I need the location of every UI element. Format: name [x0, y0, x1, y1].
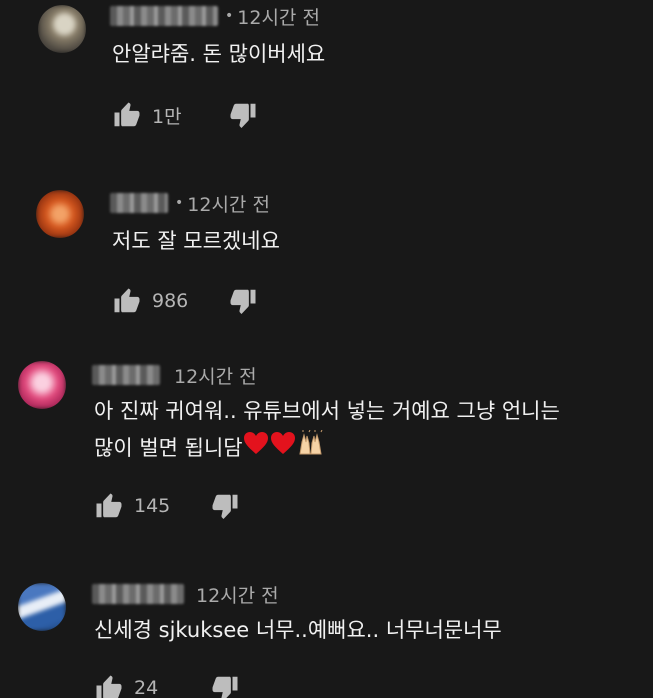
comment-timestamp: 12시간 전	[196, 584, 279, 607]
thumbs-down-icon[interactable]	[228, 286, 258, 316]
comment-timestamp: 12시간 전	[237, 6, 320, 29]
comment-meta: • 12시간 전	[110, 189, 270, 217]
author-name-redacted[interactable]	[110, 193, 168, 213]
comment-actions: 145	[94, 491, 240, 521]
author-name-redacted[interactable]	[110, 6, 218, 26]
thumbs-down-icon[interactable]	[228, 100, 258, 130]
comment-thread: • 12시간 전 안알랴줌. 돈 많이버세요 1만 • 12시간 전 저도 잘 …	[0, 0, 653, 698]
comment-3: 12시간 전 아 진짜 귀여워.. 유튜브에서 넣는 거예요 그냥 언니는 많이…	[0, 355, 653, 555]
comment-meta: 12시간 전	[92, 580, 279, 608]
comment-1: • 12시간 전 안알랴줌. 돈 많이버세요 1만	[0, 0, 653, 160]
comment-timestamp: 12시간 전	[174, 365, 257, 388]
like-count: 1만	[152, 105, 182, 128]
avatar[interactable]	[18, 583, 66, 631]
thumbs-up-icon[interactable]	[112, 100, 142, 130]
thumbs-up-icon[interactable]	[94, 491, 124, 521]
author-name-redacted[interactable]	[92, 584, 184, 604]
comment-meta: 12시간 전	[92, 361, 257, 389]
like-count: 24	[134, 677, 159, 698]
separator-dot: •	[225, 8, 234, 24]
comment-actions: 1만	[112, 100, 258, 130]
avatar[interactable]	[38, 5, 86, 53]
comment-text: 안알랴줌. 돈 많이버세요	[112, 42, 326, 66]
emoji-icons	[243, 429, 323, 455]
comment-text: 신세경 sjkuksee 너무..예뻐요.. 너무너문너무	[94, 618, 502, 642]
comment-meta: • 12시간 전	[110, 2, 320, 30]
comment-4: 12시간 전 신세경 sjkuksee 너무..예뻐요.. 너무너문너무 24	[0, 575, 653, 698]
thumbs-down-icon[interactable]	[210, 491, 240, 521]
comment-text-line-2: 많이 벌면 됩니담	[94, 427, 325, 470]
author-name-redacted[interactable]	[92, 365, 160, 385]
heart-raised-hands-emoji	[243, 428, 325, 470]
thumbs-down-icon[interactable]	[210, 673, 240, 698]
comment-text: 저도 잘 모르겠네요	[112, 229, 280, 253]
like-count: 986	[152, 290, 189, 312]
avatar[interactable]	[36, 190, 84, 238]
thumbs-up-icon[interactable]	[112, 286, 142, 316]
comment-text-line-2-text: 많이 벌면 됩니담	[94, 436, 243, 460]
comment-timestamp: 12시간 전	[187, 193, 270, 216]
comment-actions: 24	[94, 673, 240, 698]
thumbs-up-icon[interactable]	[94, 673, 124, 698]
comment-2: • 12시간 전 저도 잘 모르겠네요 986	[0, 180, 653, 340]
like-count: 145	[134, 495, 171, 517]
separator-dot: •	[175, 195, 184, 211]
avatar[interactable]	[18, 361, 66, 409]
comment-text-line-1: 아 진짜 귀여워.. 유튜브에서 넣는 거예요 그냥 언니는	[94, 399, 560, 423]
comment-actions: 986	[112, 286, 258, 316]
